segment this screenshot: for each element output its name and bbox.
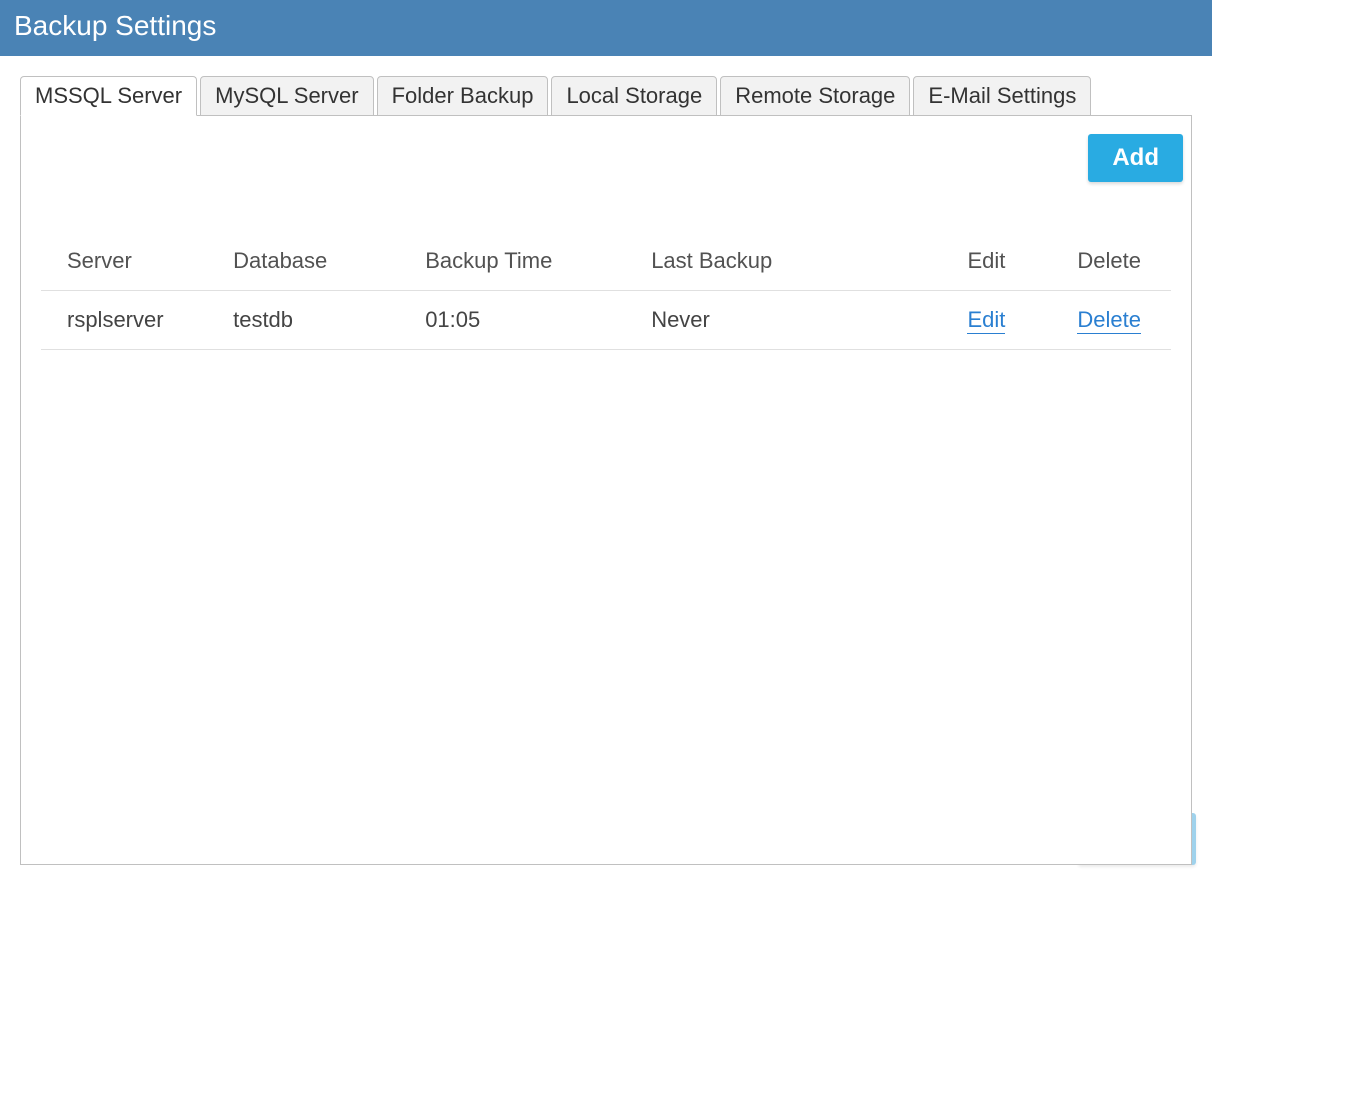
col-header-delete: Delete — [1035, 232, 1171, 291]
col-header-backup-time: Backup Time — [425, 232, 651, 291]
cell-backup-time: 01:05 — [425, 291, 651, 350]
tab-email-settings[interactable]: E-Mail Settings — [913, 76, 1091, 116]
col-header-last-backup: Last Backup — [651, 232, 900, 291]
cell-edit: Edit — [900, 291, 1036, 350]
window-title: Backup Settings — [14, 10, 216, 41]
delete-link[interactable]: Delete — [1077, 307, 1141, 334]
window-body: MSSQL Server MySQL Server Folder Backup … — [0, 56, 1212, 875]
col-header-database: Database — [233, 232, 425, 291]
tab-panel-mssql: Add Server Database Backup Time Last Bac… — [20, 115, 1192, 865]
window-titlebar: Backup Settings — [0, 0, 1212, 56]
tab-remote-storage[interactable]: Remote Storage — [720, 76, 910, 116]
cell-delete: Delete — [1035, 291, 1171, 350]
cell-server: rsplserver — [41, 291, 233, 350]
edit-link[interactable]: Edit — [967, 307, 1005, 334]
tab-folder-backup[interactable]: Folder Backup — [377, 76, 549, 116]
table-row: rsplserver testdb 01:05 Never Edit Delet… — [41, 291, 1171, 350]
col-header-server: Server — [41, 232, 233, 291]
tab-local-storage[interactable]: Local Storage — [551, 76, 717, 116]
backup-table: Server Database Backup Time Last Backup … — [41, 232, 1171, 350]
cell-database: testdb — [233, 291, 425, 350]
col-header-edit: Edit — [900, 232, 1036, 291]
toolbar: Add — [21, 134, 1191, 202]
tab-mssql-server[interactable]: MSSQL Server — [20, 76, 197, 116]
tab-strip: MSSQL Server MySQL Server Folder Backup … — [20, 76, 1192, 116]
table-header-row: Server Database Backup Time Last Backup … — [41, 232, 1171, 291]
tab-mysql-server[interactable]: MySQL Server — [200, 76, 373, 116]
cell-last-backup: Never — [651, 291, 900, 350]
add-button[interactable]: Add — [1088, 134, 1183, 182]
